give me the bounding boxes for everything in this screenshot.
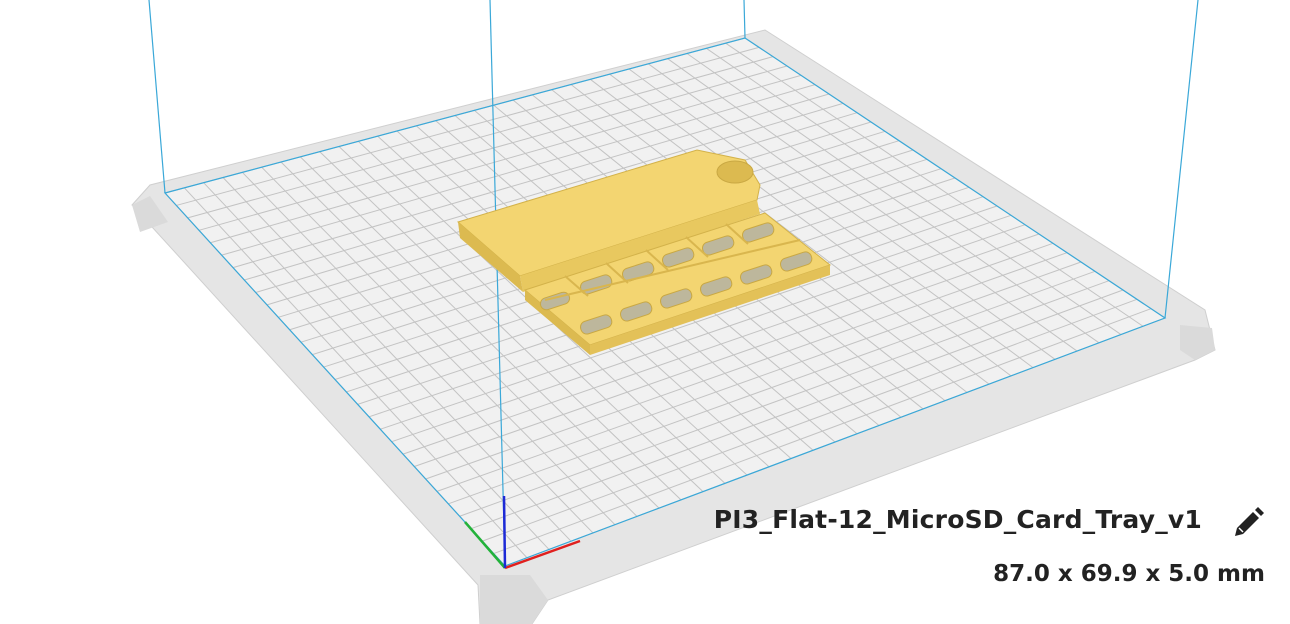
edit-name-button[interactable] bbox=[1231, 506, 1265, 540]
object-dimensions-label: 87.0 x 69.9 x 5.0 mm bbox=[993, 561, 1265, 587]
pencil-icon bbox=[1235, 507, 1264, 536]
3d-viewport[interactable]: PI3_Flat-12_MicroSD_Card_Tray_v1 87.0 x … bbox=[0, 0, 1290, 624]
object-name-label: PI3_Flat-12_MicroSD_Card_Tray_v1 bbox=[713, 505, 1202, 534]
